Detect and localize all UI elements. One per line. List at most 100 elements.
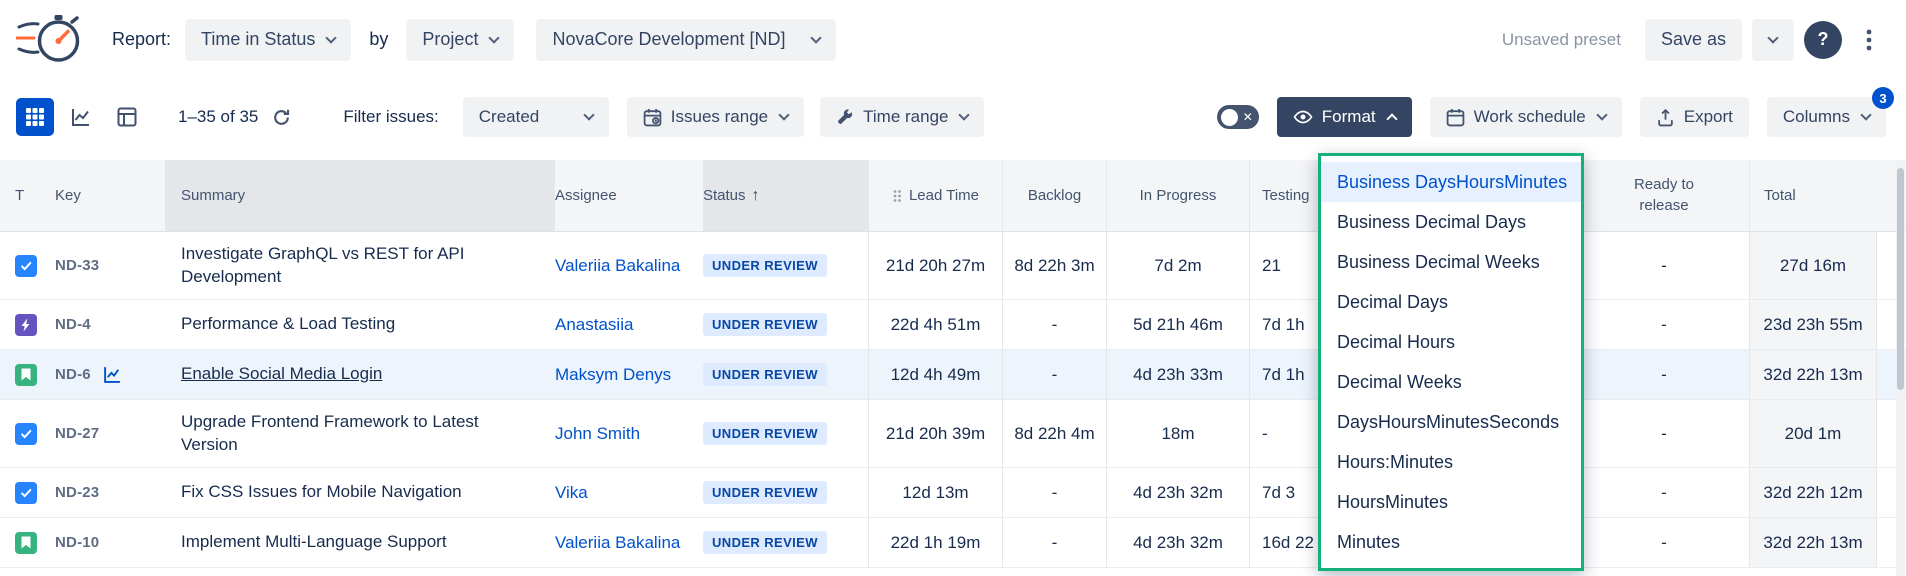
format-option-selected[interactable]: Business DaysHoursMinutes [1321, 162, 1581, 202]
table-row[interactable]: ND-10 Implement Multi-Language Support V… [0, 518, 1906, 568]
group-by-select[interactable]: Project [406, 19, 514, 61]
chevron-down-icon [583, 109, 594, 120]
status-cell: UNDER REVIEW [703, 300, 868, 349]
assignee-link[interactable]: Anastasiia [555, 315, 633, 335]
assignee-link[interactable]: John Smith [555, 424, 640, 444]
app-logo-icon [16, 11, 86, 69]
format-option[interactable]: Decimal Days [1321, 282, 1581, 322]
column-header-assignee[interactable]: Assignee [555, 160, 703, 231]
chevron-down-icon [959, 109, 970, 120]
summary-cell: Implement Multi-Language Support [165, 518, 555, 567]
status-badge: UNDER REVIEW [703, 531, 827, 554]
format-option[interactable]: DaysHoursMinutesSeconds [1321, 402, 1581, 442]
help-button[interactable]: ? [1804, 21, 1842, 59]
group-by-value: Project [422, 29, 478, 50]
table-row[interactable]: ND-27 Upgrade Frontend Framework to Late… [0, 400, 1906, 468]
issue-chart-icon[interactable] [103, 365, 122, 384]
work-schedule-button[interactable]: Work schedule [1430, 97, 1622, 137]
top-header-bar: Report: Time in Status by Project NovaCo… [0, 0, 1906, 79]
column-header-type[interactable]: T [0, 160, 55, 231]
in-progress-cell: 4d 23h 33m [1106, 350, 1249, 399]
issue-summary-link[interactable]: Enable Social Media Login [181, 363, 382, 386]
chevron-down-icon [1596, 109, 1607, 120]
issue-key[interactable]: ND-27 [55, 425, 99, 442]
total-cell: 23d 23h 55m [1749, 300, 1877, 349]
issue-key[interactable]: ND-6 [55, 366, 91, 383]
export-button[interactable]: Export [1640, 97, 1749, 137]
issue-summary-link[interactable]: Upgrade Frontend Framework to Latest Ver… [181, 411, 539, 457]
issue-summary-link[interactable]: Implement Multi-Language Support [181, 531, 447, 554]
columns-button-wrap: Columns 3 [1767, 97, 1886, 137]
assignee-link[interactable]: Valeriia Bakalina [555, 256, 680, 276]
issue-type-cell [0, 468, 55, 517]
refresh-button[interactable] [272, 108, 291, 127]
toggle-switch[interactable]: ✕ [1217, 105, 1259, 129]
backlog-cell: - [1002, 468, 1106, 517]
table-row[interactable]: ND-33 Investigate GraphQL vs REST for AP… [0, 232, 1906, 300]
issue-key-cell: ND-4 [55, 300, 165, 349]
table-row[interactable]: ND-23 Fix CSS Issues for Mobile Navigati… [0, 468, 1906, 518]
filter-field-select[interactable]: Created [463, 97, 609, 137]
by-label: by [369, 29, 388, 50]
pivot-table-icon [116, 106, 138, 128]
ready-header-label: Ready to release [1623, 175, 1705, 216]
columns-button[interactable]: Columns [1767, 97, 1886, 137]
story-type-icon [15, 364, 37, 386]
format-option[interactable]: Business Decimal Days [1321, 202, 1581, 242]
assignee-cell: Anastasiia [555, 300, 703, 349]
eye-icon [1293, 107, 1313, 127]
format-option[interactable]: Decimal Hours [1321, 322, 1581, 362]
task-type-icon [15, 482, 37, 504]
chart-view-button[interactable] [62, 98, 100, 136]
table-header-row: T Key Summary Assignee Status ↑ Lead Tim… [0, 160, 1906, 232]
pivot-view-button[interactable] [108, 98, 146, 136]
format-button[interactable]: Format [1277, 97, 1412, 137]
column-header-key[interactable]: Key [55, 160, 165, 231]
ready-cell: - [1578, 350, 1749, 399]
column-header-total[interactable]: Total [1749, 160, 1877, 231]
assignee-cell: Valeriia Bakalina [555, 232, 703, 299]
format-option[interactable]: Decimal Weeks [1321, 362, 1581, 402]
issue-summary-link[interactable]: Performance & Load Testing [181, 313, 395, 336]
format-option[interactable]: Minutes [1321, 522, 1581, 562]
issue-summary-link[interactable]: Investigate GraphQL vs REST for API Deve… [181, 243, 539, 289]
issue-key[interactable]: ND-4 [55, 316, 91, 333]
column-header-ready-to-release[interactable]: Ready to release [1578, 160, 1749, 231]
report-type-select[interactable]: Time in Status [185, 19, 351, 61]
drag-handle-icon [892, 189, 902, 203]
scrollbar-thumb[interactable] [1897, 168, 1904, 390]
more-options-button[interactable] [1852, 19, 1886, 61]
table-row[interactable]: ND-6 Enable Social Media Login Maksym De… [0, 350, 1906, 400]
save-as-button[interactable]: Save as [1645, 19, 1742, 61]
table-row[interactable]: ND-4 Performance & Load Testing Anastasi… [0, 300, 1906, 350]
toggle-x-icon: ✕ [1243, 111, 1253, 123]
in-progress-cell: 4d 23h 32m [1106, 518, 1249, 567]
issue-key[interactable]: ND-23 [55, 484, 99, 501]
issue-key[interactable]: ND-10 [55, 534, 99, 551]
column-header-status[interactable]: Status ↑ [703, 160, 868, 231]
issue-summary-link[interactable]: Fix CSS Issues for Mobile Navigation [181, 481, 462, 504]
task-type-icon [15, 423, 37, 445]
assignee-link[interactable]: Vika [555, 483, 588, 503]
status-badge: UNDER REVIEW [703, 363, 827, 386]
save-as-dropdown-button[interactable] [1752, 19, 1794, 61]
vertical-scrollbar[interactable] [1896, 160, 1905, 576]
total-cell: 27d 16m [1749, 232, 1877, 299]
column-header-in-progress[interactable]: In Progress [1106, 160, 1249, 231]
summary-cell: Investigate GraphQL vs REST for API Deve… [165, 232, 555, 299]
status-cell: UNDER REVIEW [703, 350, 868, 399]
project-select[interactable]: NovaCore Development [ND] [536, 19, 836, 61]
issue-key[interactable]: ND-33 [55, 257, 99, 274]
time-range-button[interactable]: Time range [820, 97, 984, 137]
summary-cell: Upgrade Frontend Framework to Latest Ver… [165, 400, 555, 467]
format-option[interactable]: Business Decimal Weeks [1321, 242, 1581, 282]
format-option[interactable]: HoursMinutes [1321, 482, 1581, 522]
assignee-link[interactable]: Maksym Denys [555, 365, 671, 385]
issues-range-button[interactable]: Issues range [627, 97, 804, 137]
format-option[interactable]: Hours:Minutes [1321, 442, 1581, 482]
grid-view-button[interactable] [16, 98, 54, 136]
column-header-lead-time[interactable]: Lead Time [868, 160, 1002, 231]
assignee-link[interactable]: Valeriia Bakalina [555, 533, 680, 553]
column-header-backlog[interactable]: Backlog [1002, 160, 1106, 231]
column-header-summary[interactable]: Summary [165, 160, 555, 231]
